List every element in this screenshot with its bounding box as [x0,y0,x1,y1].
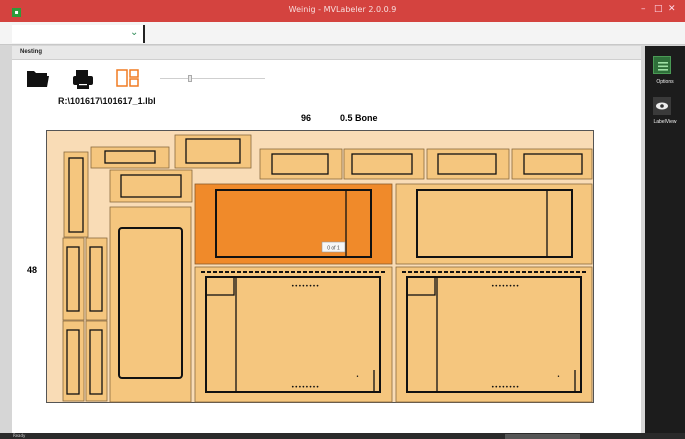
label-part[interactable] [511,148,593,180]
label-part[interactable] [63,151,89,238]
eye-icon [656,102,668,110]
minimize-icon[interactable]: – [641,4,646,14]
status-bar [0,433,685,439]
labelview-label[interactable]: LabelView [645,119,685,125]
status-text: Ready [13,433,26,438]
label-part[interactable] [426,148,510,180]
label-part[interactable] [109,206,192,403]
page-badge-text: 0 of 1 [327,246,340,252]
label-part[interactable] [109,169,193,203]
maximize-icon[interactable]: □ [654,4,663,14]
dots-decoration: •••••••• [291,384,319,391]
zoom-slider-track[interactable] [160,78,265,79]
selected-label-part[interactable] [194,183,393,265]
sheet-height: 48 [27,265,38,275]
dots-decoration: •••••••• [291,283,319,290]
label-part-large[interactable]: •••••••• •••••••• • [395,266,593,403]
dot-decoration: • [557,374,560,380]
label-part[interactable] [343,148,425,180]
dot-decoration: • [356,374,359,380]
job-combo[interactable] [12,25,145,43]
sheet-width: 96 [301,113,312,123]
dots-decoration: •••••••• [491,283,519,290]
label-part[interactable] [259,148,343,180]
label-part[interactable] [85,320,108,402]
open-folder-icon[interactable] [24,64,52,90]
labelview-button[interactable] [653,97,671,115]
tab-strip [12,46,641,60]
label-part[interactable] [174,134,252,169]
nesting-sheet[interactable]: 0 of 1 •••••••• •••••••• • •••••••• ••••… [46,130,594,403]
tab-nesting[interactable]: Nesting [20,49,42,55]
zoom-slider-thumb[interactable] [188,75,192,82]
file-path: R:\101617\101617_1.lbl [58,96,156,106]
sheet-material: 0.5 Bone [340,113,378,123]
status-scrollbar[interactable] [505,434,580,439]
options-button[interactable] [653,56,671,74]
label-part[interactable] [90,146,170,169]
label-part[interactable] [62,320,85,402]
layout-icon[interactable] [116,68,140,88]
label-part[interactable] [395,183,593,265]
print-icon[interactable] [71,68,95,90]
close-icon[interactable]: ✕ [668,4,676,14]
label-part[interactable] [85,237,108,321]
dots-decoration: •••••••• [491,384,519,391]
label-part[interactable] [62,237,85,321]
chevron-down-icon[interactable]: ⌄ [130,27,138,38]
list-icon [658,62,668,71]
window-title: Weinig - MVLabeler 2.0.0.9 [288,5,397,14]
label-part-large[interactable]: •••••••• •••••••• • [194,266,393,403]
options-label[interactable]: Options [645,79,685,85]
